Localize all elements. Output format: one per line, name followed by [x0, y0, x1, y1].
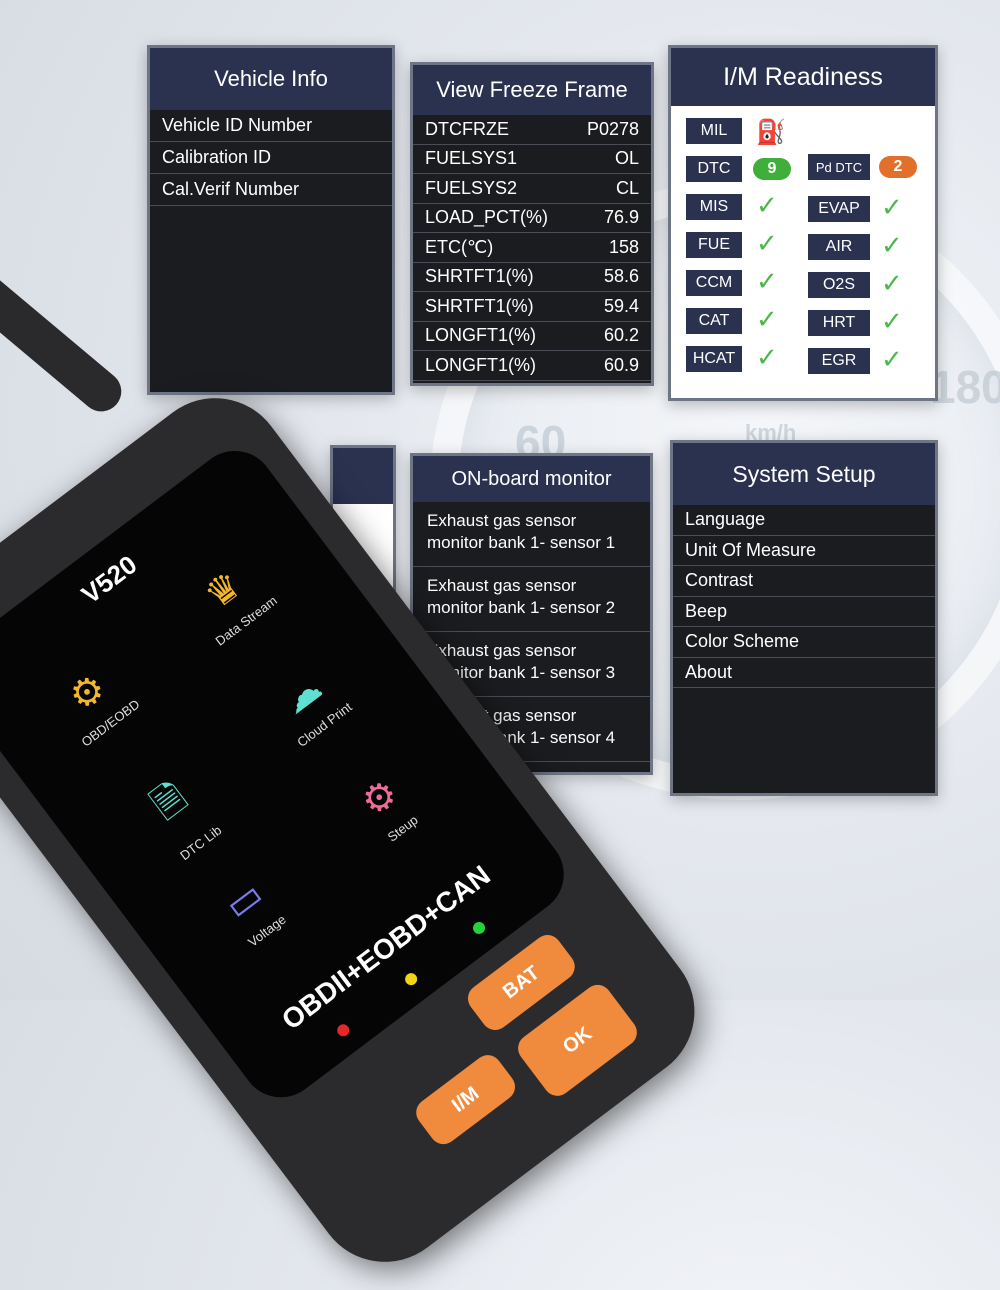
row-value: 58.6 — [603, 266, 639, 287]
freeze-frame-panel: View Freeze Frame DTCFRZE P0278 FUELSYS1 OL… — [410, 62, 654, 386]
row-label: DTCFRZE — [425, 118, 509, 139]
monitor-label: FUE — [686, 232, 742, 258]
model-label: V520 — [75, 549, 143, 610]
item-line: Exhaust gas sensor — [427, 641, 577, 660]
app-obd-eobd[interactable]: ⚙ OBD/EOBD — [22, 636, 167, 769]
app-setup[interactable]: ⚙ Steup — [314, 741, 459, 874]
table-row: LONGFT1(%) 60.9 — [413, 351, 651, 381]
pd-dtc-count-badge: 2 — [879, 156, 917, 178]
engine-icon: ⛽ — [756, 119, 786, 146]
check-icon: ✓ — [756, 228, 778, 258]
table-row: ETC(℃) 158 — [413, 233, 651, 263]
vehicle-info-panel: Vehicle Info Vehicle ID Number Calibrati… — [147, 45, 395, 395]
row-value: 76.9 — [603, 207, 639, 228]
menu-item[interactable]: Cal.Verif Number — [150, 174, 392, 206]
row-label: FUELSYS2 — [425, 177, 518, 198]
row-value: P0278 — [586, 118, 639, 139]
item-line: monitor bank 1- sensor 2 — [427, 598, 616, 617]
row-value: CL — [615, 177, 639, 198]
row-label: FUELSYS1 — [425, 148, 518, 169]
table-row: FUELSYS1 OL — [413, 145, 651, 174]
row-value: 158 — [608, 236, 639, 257]
battery-icon: ▭ — [217, 873, 272, 929]
check-icon: ✓ — [881, 192, 903, 222]
panel-title: Vehicle Info — [150, 48, 392, 110]
monitor-label: O2S — [808, 272, 870, 298]
check-icon: ✓ — [756, 304, 778, 334]
yellow-led — [402, 970, 420, 988]
row-value: 59.4 — [603, 295, 639, 316]
mil-label: MIL — [686, 118, 742, 144]
table-row: FUELSYS2 CL — [413, 174, 651, 204]
menu-item[interactable]: Beep — [673, 597, 935, 627]
menu-item[interactable]: Vehicle ID Number — [150, 110, 392, 142]
monitor-label: HRT — [808, 310, 870, 336]
menu-item[interactable]: Language — [673, 505, 935, 536]
table-row: LOAD_PCT(%) 76.9 — [413, 204, 651, 233]
table-row: SHRTFT1(%) 58.6 — [413, 263, 651, 292]
app-data-stream[interactable]: ♛ Data Stream — [158, 533, 303, 666]
row-label: LOAD_PCT(%) — [425, 207, 549, 228]
row-value: 60.9 — [603, 354, 639, 375]
check-icon: ✓ — [756, 190, 778, 220]
cable — [0, 260, 130, 420]
row-value: 60.2 — [603, 325, 639, 346]
dtc-label: DTC — [686, 156, 742, 182]
green-led — [470, 919, 488, 937]
monitor-label: MIS — [686, 194, 742, 220]
table-row: LONGFT1(%) 60.2 — [413, 322, 651, 351]
table-row: SHRTFT1(%) 59.4 — [413, 292, 651, 322]
monitor-label: CAT — [686, 308, 742, 334]
check-icon: ✓ — [881, 268, 903, 298]
panel-title: ON-board monitor — [413, 456, 650, 502]
menu-item[interactable]: About — [673, 658, 935, 688]
red-led — [334, 1021, 352, 1039]
row-label: SHRTFT1(%) — [425, 266, 534, 287]
app-voltage[interactable]: ▭ Voltage — [179, 843, 324, 976]
system-setup-panel: System Setup Language Unit Of Measure Cont… — [670, 440, 938, 796]
item-line: monitor bank 1- sensor 1 — [427, 533, 616, 552]
document-search-icon: 🗎 — [144, 775, 195, 828]
check-icon: ✓ — [756, 342, 778, 372]
row-label: ETC(℃) — [425, 236, 494, 257]
im-readiness-panel: I/M Readiness MIL ⛽ DTC 9 Pd DTC 2 MIS ✓ E… — [668, 45, 938, 401]
check-icon: ✓ — [881, 306, 903, 336]
item-line: Exhaust gas sensor — [427, 576, 577, 595]
monitor-label: EGR — [808, 348, 870, 374]
im-button[interactable]: I/M — [410, 1049, 521, 1150]
panel-title: View Freeze Frame — [413, 65, 651, 115]
list-item[interactable]: Exhaust gas sensor monitor bank 1- sensor… — [413, 502, 650, 567]
item-line: Exhaust gas sensor — [427, 511, 577, 530]
menu-item[interactable]: Contrast — [673, 566, 935, 597]
gauge-label: 180 — [930, 361, 1000, 413]
gear-icon: ⚙ — [353, 771, 407, 826]
dtc-count-badge: 9 — [753, 158, 791, 180]
row-value: OL — [614, 148, 639, 169]
row-label: LONGFT1(%) — [425, 325, 537, 346]
app-cloud-print[interactable]: ☁ Cloud Print — [236, 637, 381, 770]
monitor-label: CCM — [686, 270, 742, 296]
row-label: LONGFT1(%) — [425, 354, 537, 375]
check-icon: ✓ — [881, 230, 903, 260]
menu-item[interactable]: Unit Of Measure — [673, 536, 935, 566]
pd-dtc-label: Pd DTC — [808, 154, 870, 180]
monitor-label: AIR — [808, 234, 870, 260]
table-row: DTCFRZE P0278 — [413, 115, 651, 145]
row-label: SHRTFT1(%) — [425, 295, 534, 316]
monitor-label: EVAP — [808, 196, 870, 222]
panel-title: I/M Readiness — [671, 48, 935, 106]
monitor-label: HCAT — [686, 346, 742, 372]
menu-item[interactable]: Color Scheme — [673, 627, 935, 658]
check-icon: ✓ — [881, 344, 903, 374]
app-dtc-lib[interactable]: 🗎 DTC Lib — [100, 739, 257, 888]
panel-title: System Setup — [673, 443, 935, 505]
list-item[interactable]: Exhaust gas sensor monitor bank 1- sensor… — [413, 567, 650, 632]
menu-item[interactable]: Calibration ID — [150, 142, 392, 174]
check-icon: ✓ — [756, 266, 778, 296]
